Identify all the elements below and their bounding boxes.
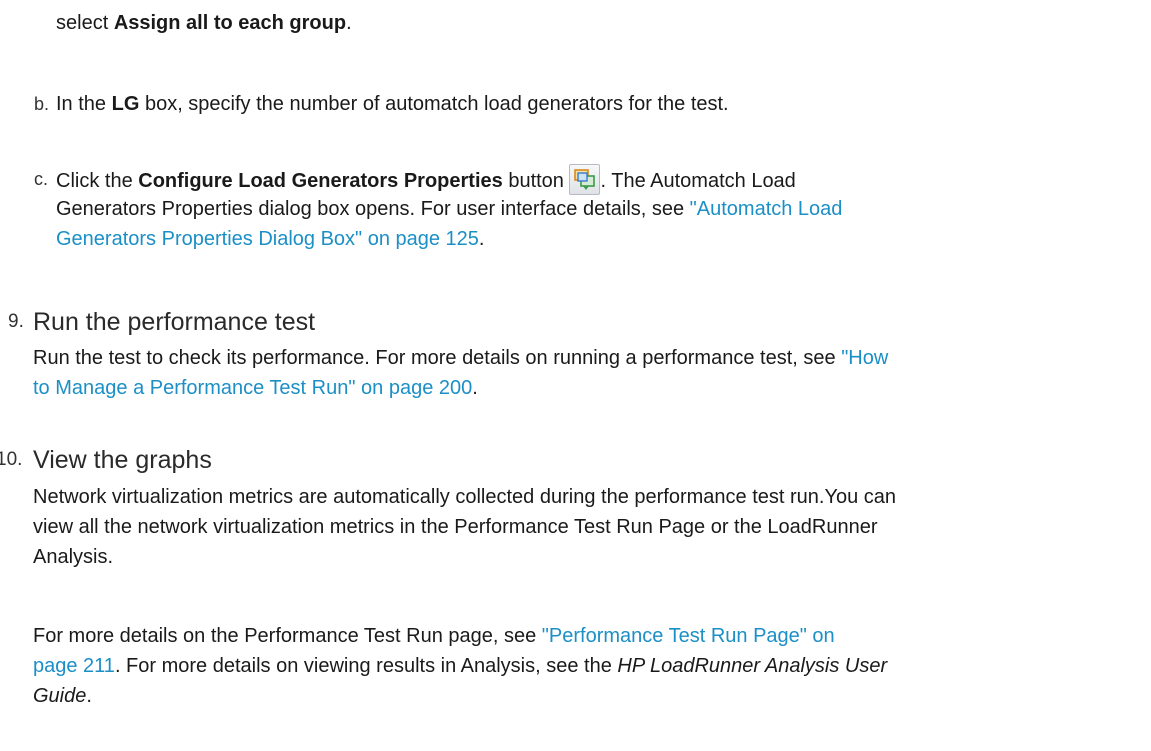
step-c-line1: Click the Configure Load Generators Prop… [56, 164, 796, 196]
step-b-prefix: In the [56, 93, 112, 115]
step-10-para2-line1: For more details on the Performance Test… [33, 621, 835, 651]
step-9-line1: Run the test to check its performance. F… [33, 343, 888, 373]
guide-title: HP LoadRunner Analysis User [617, 655, 888, 677]
windows-icon [574, 169, 596, 190]
step-10-heading: View the graphs [33, 446, 212, 474]
step-10-number: 10. [0, 449, 23, 470]
step-10-para1-line3: Analysis. [33, 546, 114, 568]
step-9-text: Run the test to check its performance. F… [33, 347, 842, 369]
step-c-bold: Configure Load Generators Properties [138, 170, 503, 192]
step-b-text: In the LG box, specify the number of aut… [56, 89, 729, 119]
step-9-line2: to Manage a Performance Test Run" on pag… [33, 373, 478, 403]
step-b-suffix: box, specify the number of automatch loa… [139, 93, 729, 115]
manage-test-run-link-cont[interactable]: to Manage a Performance Test Run" on pag… [33, 377, 472, 399]
step-c-mid: button [502, 170, 570, 192]
step-10-para2-line2-text: . For more details on viewing results in… [114, 655, 618, 677]
step-10-para1-line1: Network virtualization metrics are autom… [33, 486, 897, 508]
step-10-para2-text: For more details on the Performance Test… [33, 625, 542, 647]
guide-title-cont: Guide [33, 685, 87, 707]
manage-test-run-link[interactable]: "How [841, 347, 888, 369]
step-a-continuation: select Assign all to each group. [56, 8, 352, 38]
step-c-line2: Generators Properties dialog box opens. … [56, 194, 842, 224]
step-10-para2-suffix: . [86, 685, 92, 707]
automatch-properties-link[interactable]: "Automatch Load [690, 198, 843, 220]
step-c-line3-suffix: . [478, 228, 485, 250]
automatch-properties-link-cont[interactable]: Generators Properties Dialog Box" on pag… [56, 228, 479, 250]
step-10-para2-line2: page 211. For more details on viewing re… [33, 651, 887, 681]
step-a-text: select [56, 12, 114, 34]
step-c-line3: Generators Properties Dialog Box" on pag… [56, 224, 484, 254]
step-c-marker: c. [34, 169, 49, 189]
step-c-prefix: Click the [56, 170, 139, 192]
step-a-suffix: . [346, 12, 352, 34]
configure-load-generators-properties-icon[interactable] [569, 164, 601, 195]
step-a-bold: Assign all to each group [113, 12, 347, 34]
test-run-page-link[interactable]: "Performance Test Run Page" on [542, 625, 835, 647]
step-9-suffix: . [472, 377, 478, 399]
test-run-page-link-cont[interactable]: page 211 [33, 655, 115, 677]
step-9-number: 9. [8, 311, 24, 332]
step-10-para2-line3: Guide. [33, 681, 92, 711]
step-9-heading: Run the performance test [33, 308, 316, 336]
step-b-bold: LG [111, 93, 140, 115]
step-10-para1-line2: view all the network virtualization metr… [33, 516, 878, 538]
step-b-marker: b. [34, 94, 50, 114]
step-c-line2-text: Generators Properties dialog box opens. … [56, 198, 690, 220]
step-c-suffix: . The Automatch Load [600, 170, 796, 192]
